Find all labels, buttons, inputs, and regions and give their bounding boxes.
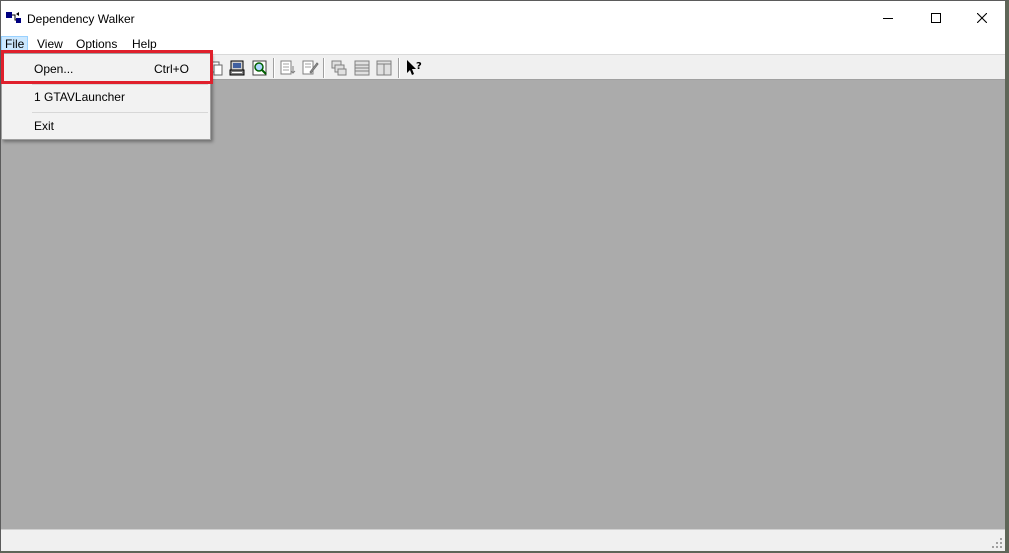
auto-expand-icon[interactable]: [278, 58, 298, 78]
resize-grip-icon[interactable]: [991, 537, 1003, 549]
menu-item-label: 1 GTAVLauncher: [34, 90, 125, 104]
svg-text:?: ?: [416, 61, 422, 72]
dependency-walker-app-icon: [6, 12, 21, 23]
menu-item-exit[interactable]: Exit: [4, 115, 208, 137]
mdi-client-area: [1, 80, 1005, 529]
open-menu-highlight-box: [1, 50, 213, 84]
edit-icon[interactable]: [300, 58, 320, 78]
maximize-icon: [931, 13, 941, 23]
minimize-button[interactable]: [865, 1, 911, 35]
find-icon[interactable]: [250, 58, 270, 78]
minimize-icon: [883, 18, 893, 19]
menu-item-label: Exit: [34, 119, 55, 133]
toolbar-separator: [398, 58, 400, 78]
menu-separator: [32, 84, 208, 85]
toolbar-separator: [273, 58, 275, 78]
context-help-icon[interactable]: ?: [404, 58, 424, 78]
close-icon: [977, 13, 987, 23]
toolbar-separator: [323, 58, 325, 78]
print-icon[interactable]: [227, 58, 247, 78]
close-button[interactable]: [959, 1, 1005, 35]
app-window: Dependency Walker File View Options Help: [0, 0, 1009, 553]
tile-horizontal-icon[interactable]: [352, 58, 372, 78]
window-title: Dependency Walker: [27, 12, 135, 26]
cascade-icon[interactable]: [329, 58, 349, 78]
tile-vertical-icon[interactable]: [374, 58, 394, 78]
title-bar[interactable]: Dependency Walker: [1, 1, 1005, 35]
menu-separator: [32, 112, 208, 113]
menu-item-recent-file[interactable]: 1 GTAVLauncher: [4, 86, 208, 108]
maximize-button[interactable]: [913, 1, 959, 35]
status-bar: [1, 529, 1005, 551]
